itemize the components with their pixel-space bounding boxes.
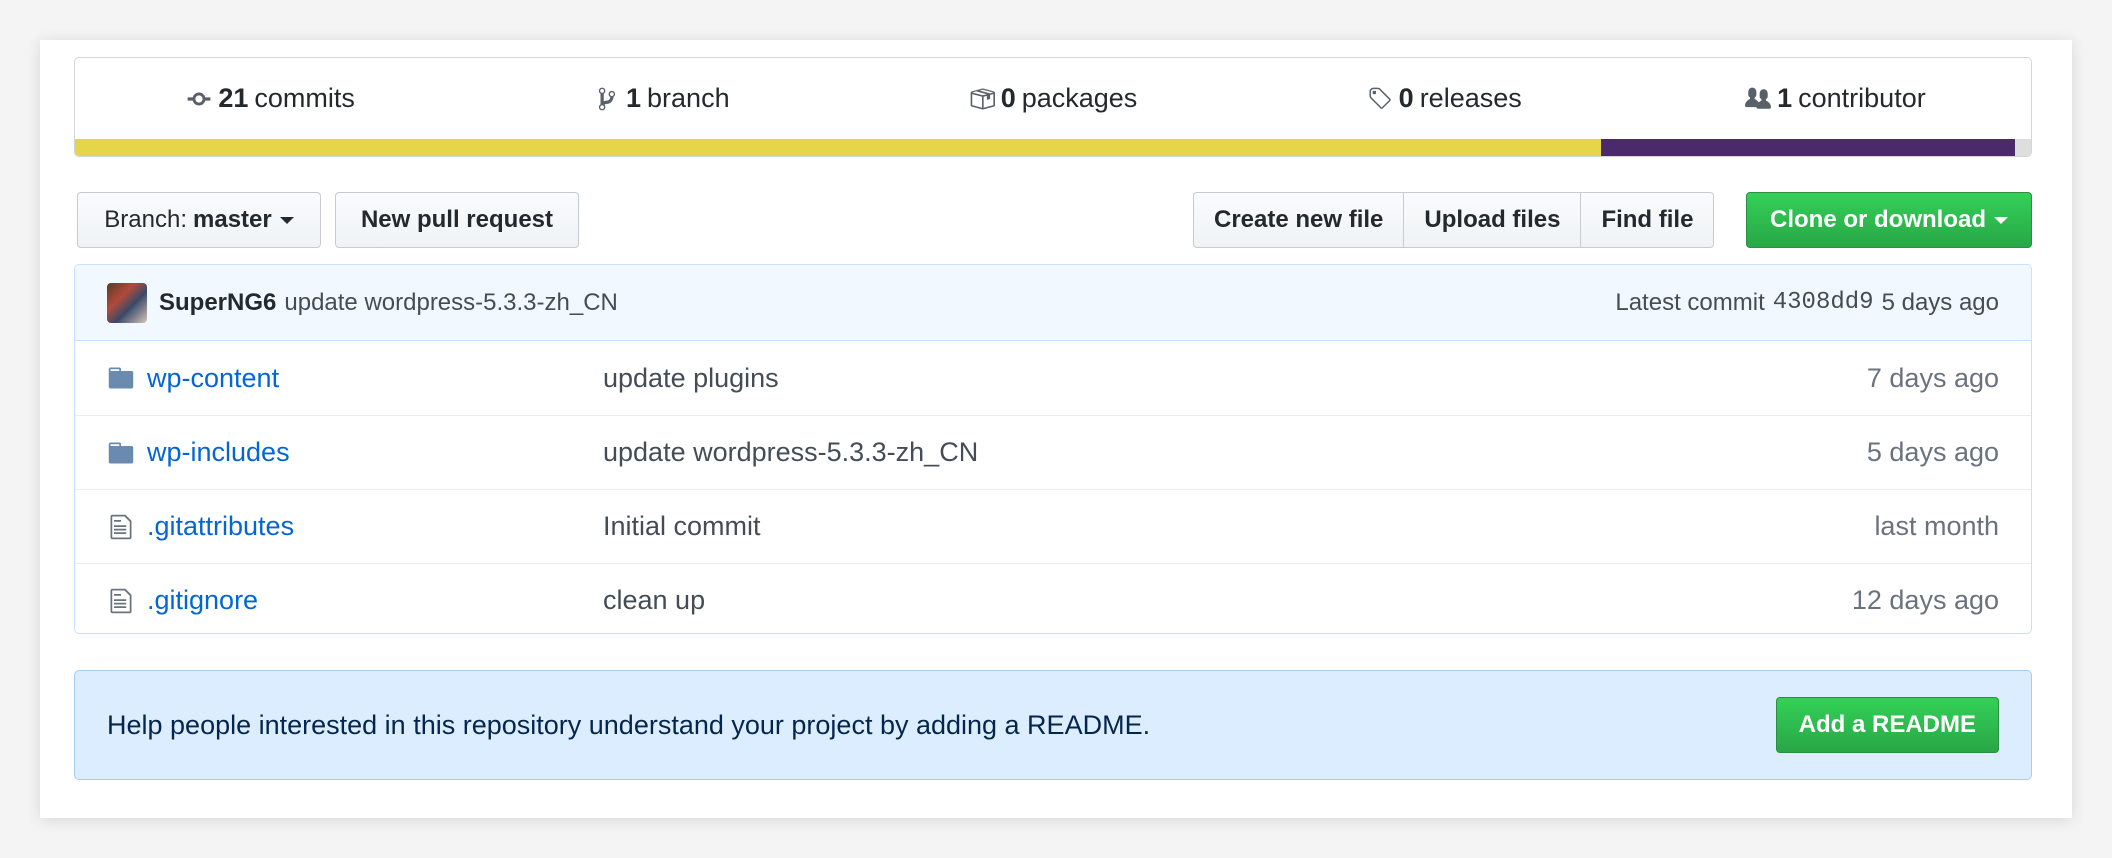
file-name-cell: .gitignore	[107, 585, 603, 616]
file-link[interactable]: wp-includes	[147, 437, 290, 468]
commit-message[interactable]: update wordpress-5.3.3-zh_CN	[284, 289, 618, 317]
file-link[interactable]: .gitattributes	[147, 511, 294, 542]
language-bar[interactable]	[75, 139, 2031, 156]
file-commit-message[interactable]: clean up	[603, 585, 1852, 616]
language-segment[interactable]	[1600, 139, 2016, 156]
file-age: 12 days ago	[1851, 585, 1999, 615]
file-name-cell: wp-content	[107, 363, 603, 394]
history-icon	[187, 92, 211, 105]
file-age: last month	[1874, 511, 1999, 541]
commit-author[interactable]: SuperNG6	[159, 289, 276, 317]
branch-select-button[interactable]: Branch: master	[77, 192, 321, 248]
file-name-cell: .gitattributes	[107, 511, 603, 542]
language-segment[interactable]	[75, 139, 1601, 156]
branch-icon	[598, 87, 616, 110]
people-icon	[1745, 87, 1772, 109]
folder-icon	[107, 364, 147, 392]
file-table: SuperNG6 update wordpress-5.3.3-zh_CN La…	[74, 264, 2032, 634]
table-row: .gitignore clean up 12 days ago	[75, 563, 2031, 633]
table-row: .gitattributes Initial commit last month	[75, 489, 2031, 563]
file-link[interactable]: wp-content	[147, 363, 279, 394]
tag-icon	[1369, 87, 1391, 109]
package-icon	[970, 87, 995, 110]
file-actions-group: Create new file Upload files Find file	[1193, 192, 1715, 248]
file-icon	[107, 587, 147, 615]
file-age: 7 days ago	[1866, 362, 1999, 393]
file-age: 5 days ago	[1866, 437, 1999, 467]
branch-prefix: Branch:	[104, 206, 187, 233]
upload-files-button[interactable]: Upload files	[1403, 192, 1582, 248]
commit-sha[interactable]: 4308dd9	[1773, 289, 1874, 316]
commits-label: commits	[254, 83, 355, 113]
latest-commit-label: Latest commit	[1615, 288, 1765, 316]
table-row: wp-content update plugins 7 days ago	[75, 341, 2031, 415]
language-segment[interactable]	[2015, 139, 2031, 156]
numbers-summary: 21 commits 1 branch 0 packages 0 release…	[74, 57, 2032, 157]
clone-or-download-button[interactable]: Clone or download	[1746, 192, 2032, 248]
releases-count: 0	[1398, 83, 1414, 113]
readme-prompt: Help people interested in this repositor…	[107, 709, 1151, 740]
create-new-file-button[interactable]: Create new file	[1193, 192, 1405, 248]
contributors-label: contributor	[1798, 83, 1926, 113]
file-commit-message[interactable]: update plugins	[603, 363, 1867, 394]
file-link[interactable]: .gitignore	[147, 585, 258, 616]
repo-card: 21 commits 1 branch 0 packages 0 release…	[40, 40, 2072, 818]
contributors-link[interactable]: 1 contributor	[1640, 83, 2031, 114]
packages-link[interactable]: 0 packages	[857, 83, 1248, 114]
file-list: wp-content update plugins 7 days ago wp-inc…	[75, 341, 2031, 633]
releases-link[interactable]: 0 releases	[1249, 83, 1640, 114]
file-icon	[107, 513, 147, 541]
new-pull-request-button[interactable]: New pull request	[335, 192, 579, 248]
new-pull-request-label: New pull request	[360, 206, 554, 233]
branches-count: 1	[626, 83, 642, 113]
file-name-cell: wp-includes	[107, 437, 603, 468]
commits-link[interactable]: 21 commits	[75, 83, 466, 114]
releases-label: releases	[1419, 83, 1522, 113]
file-commit-message[interactable]: Initial commit	[603, 511, 1874, 542]
packages-count: 0	[1000, 83, 1016, 113]
folder-icon	[107, 439, 147, 467]
packages-label: packages	[1021, 83, 1138, 113]
clone-or-download-label: Clone or download	[1770, 206, 1986, 233]
avatar[interactable]	[107, 282, 147, 323]
latest-commit-info: Latest commit 4308dd9 5 days ago	[1615, 289, 1999, 317]
commits-count: 21	[218, 83, 249, 113]
add-readme-button[interactable]: Add a README	[1775, 697, 1999, 753]
file-commit-message[interactable]: update wordpress-5.3.3-zh_CN	[603, 437, 1867, 468]
chevron-down-icon	[279, 216, 294, 224]
find-file-button[interactable]: Find file	[1580, 192, 1715, 248]
branches-label: branch	[647, 83, 730, 113]
contributors-count: 1	[1777, 83, 1793, 113]
branches-link[interactable]: 1 branch	[466, 83, 857, 114]
table-row: wp-includes update wordpress-5.3.3-zh_CN 5…	[75, 415, 2031, 489]
readme-banner: Help people interested in this repositor…	[74, 670, 2032, 780]
commit-age: 5 days ago	[1881, 288, 1999, 316]
chevron-down-icon	[1994, 216, 2008, 224]
latest-commit-bar: SuperNG6 update wordpress-5.3.3-zh_CN La…	[75, 265, 2031, 341]
branch-name: master	[193, 206, 272, 233]
